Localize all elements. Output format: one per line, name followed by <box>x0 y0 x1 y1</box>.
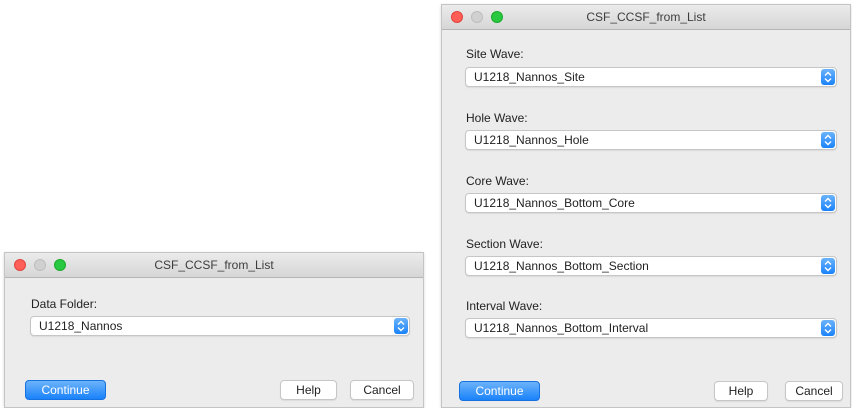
site-wave-popup[interactable]: U1218_Nannos_Site <box>465 67 837 87</box>
hole-wave-popup[interactable]: U1218_Nannos_Hole <box>465 130 837 150</box>
cancel-button[interactable]: Cancel <box>785 381 843 401</box>
core-wave-label: Core Wave: <box>466 174 529 188</box>
data-folder-popup[interactable]: U1218_Nannos <box>30 316 410 336</box>
large-dialog-window: CSF_CCSF_from_List Site Wave: U1218_Nann… <box>441 4 851 408</box>
core-wave-value: U1218_Nannos_Bottom_Core <box>474 196 635 210</box>
window-title: CSF_CCSF_from_List <box>154 258 274 272</box>
interval-wave-popup[interactable]: U1218_Nannos_Bottom_Interval <box>465 318 837 338</box>
help-button[interactable]: Help <box>714 381 768 401</box>
continue-button[interactable]: Continue <box>25 380 106 400</box>
interval-wave-label: Interval Wave: <box>466 299 543 313</box>
chevron-up-down-icon <box>821 69 835 85</box>
core-wave-popup[interactable]: U1218_Nannos_Bottom_Core <box>465 193 837 213</box>
cancel-button[interactable]: Cancel <box>350 380 414 400</box>
chevron-up-down-icon <box>394 318 408 334</box>
data-folder-value: U1218_Nannos <box>39 319 123 333</box>
small-dialog-window: CSF_CCSF_from_List Data Folder: U1218_Na… <box>4 252 424 408</box>
data-folder-label: Data Folder: <box>31 297 98 311</box>
chevron-up-down-icon <box>821 258 835 274</box>
hole-wave-label: Hole Wave: <box>466 111 528 125</box>
site-wave-value: U1218_Nannos_Site <box>474 70 585 84</box>
small-dialog-titlebar[interactable]: CSF_CCSF_from_List <box>5 253 423 278</box>
section-wave-value: U1218_Nannos_Bottom_Section <box>474 259 649 273</box>
interval-wave-value: U1218_Nannos_Bottom_Interval <box>474 321 649 335</box>
section-wave-popup[interactable]: U1218_Nannos_Bottom_Section <box>465 256 837 276</box>
chevron-up-down-icon <box>821 132 835 148</box>
hole-wave-value: U1218_Nannos_Hole <box>474 133 589 147</box>
large-dialog-titlebar[interactable]: CSF_CCSF_from_List <box>442 5 850 30</box>
chevron-up-down-icon <box>821 320 835 336</box>
chevron-up-down-icon <box>821 195 835 211</box>
help-button[interactable]: Help <box>280 380 337 400</box>
site-wave-label: Site Wave: <box>466 47 524 61</box>
window-title: CSF_CCSF_from_List <box>586 10 706 24</box>
continue-button[interactable]: Continue <box>459 381 540 401</box>
section-wave-label: Section Wave: <box>466 237 543 251</box>
